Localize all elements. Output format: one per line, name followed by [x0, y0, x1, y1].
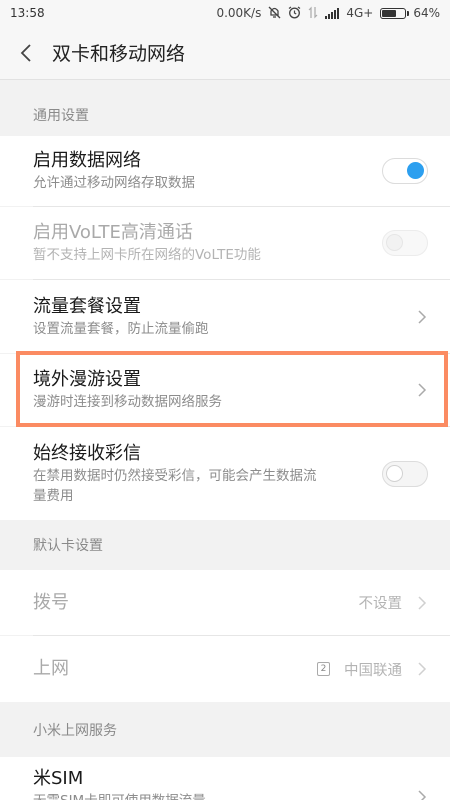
data-network-toggle[interactable]: [382, 158, 428, 184]
internet-row: 上网 2 中国联通: [0, 636, 450, 702]
mms-toggle[interactable]: [382, 460, 428, 487]
status-bar: 13:58 0.00K/s 4G+ 64%: [0, 0, 450, 26]
roaming-row[interactable]: 境外漫游设置 漫游时连接到移动数据网络服务: [0, 354, 450, 426]
battery-icon: [380, 7, 410, 19]
data-transfer-icon: [308, 6, 318, 21]
roaming-subtitle: 漫游时连接到移动数据网络服务: [33, 394, 222, 410]
battery-percent: 64%: [413, 6, 440, 20]
dial-title: 拨号: [33, 591, 69, 613]
data-plan-row[interactable]: 流量套餐设置 设置流量套餐，防止流量偷跑: [0, 280, 450, 353]
page-title: 双卡和移动网络: [52, 43, 186, 65]
internet-title: 上网: [33, 658, 69, 679]
data-network-subtitle: 允许通过移动网络存取数据: [33, 175, 195, 191]
back-arrow-icon: [20, 43, 31, 62]
volte-toggle: [382, 230, 428, 256]
volte-title: 启用VoLTE高清通话: [33, 222, 193, 243]
dial-row: 拨号 不设置: [0, 570, 450, 635]
mms-subtitle-line1: 在禁用数据时仍然接受彩信，可能会产生数据流: [33, 467, 317, 484]
network-type: 4G+: [346, 6, 374, 20]
toggle-knob: [407, 162, 424, 179]
internet-value: 中国联通: [344, 662, 402, 679]
section-header-xiaomi-service: 小米上网服务: [0, 702, 450, 757]
data-plan-title: 流量套餐设置: [33, 295, 141, 317]
chevron-right-icon: [418, 309, 427, 324]
alarm-icon: [288, 6, 301, 21]
toggle-knob: [386, 234, 403, 251]
mute-icon: [268, 6, 281, 21]
mms-subtitle-line2: 量费用: [33, 487, 74, 504]
mi-sim-subtitle: 无需SIM卡即可使用数据流量: [33, 791, 416, 800]
title-bar: 双卡和移动网络: [0, 26, 450, 80]
dial-value: 不设置: [358, 596, 403, 612]
data-network-row[interactable]: 启用数据网络 允许通过移动网络存取数据: [0, 136, 450, 206]
section-header-default-card: 默认卡设置: [0, 520, 450, 570]
network-speed: 0.00K/s: [216, 6, 262, 20]
volte-row: 启用VoLTE高清通话 暂不支持上网卡所在网络的VoLTE功能: [0, 207, 450, 279]
chevron-right-icon: [418, 662, 427, 676]
roaming-title: 境外漫游设置: [33, 369, 141, 390]
volte-subtitle: 暂不支持上网卡所在网络的VoLTE功能: [33, 247, 261, 263]
chevron-right-icon: [418, 383, 427, 397]
mi-sim-title: 米SIM: [33, 768, 84, 789]
mi-sim-row[interactable]: 米SIM 无需SIM卡即可使用数据流量: [0, 757, 450, 800]
sim-slot-badge: 2: [317, 662, 330, 676]
section-header-general: 通用设置: [0, 94, 450, 136]
chevron-right-icon: [418, 595, 427, 610]
mms-title: 始终接收彩信: [33, 442, 141, 464]
data-network-title: 启用数据网络: [33, 150, 141, 171]
back-button[interactable]: [0, 26, 52, 80]
chevron-right-icon: [418, 790, 427, 800]
data-plan-subtitle: 设置流量套餐，防止流量偷跑: [33, 320, 209, 337]
toggle-knob: [386, 464, 403, 482]
signal-icon: [325, 7, 340, 19]
mms-row[interactable]: 始终接收彩信 在禁用数据时仍然接受彩信，可能会产生数据流 量费用: [0, 427, 450, 520]
status-time: 13:58: [10, 6, 45, 20]
